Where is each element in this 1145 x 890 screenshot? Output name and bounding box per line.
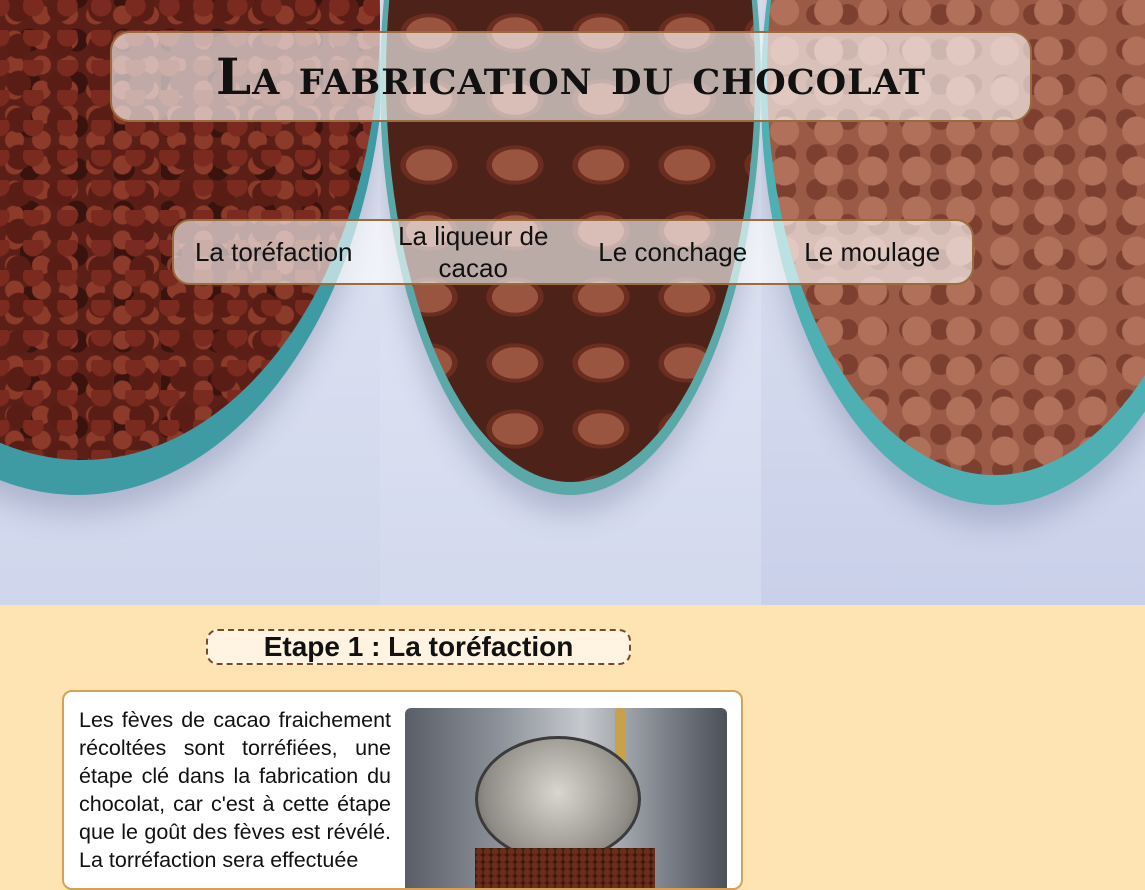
step-article: Les fèves de cacao fraichement récoltées… [62, 690, 743, 890]
hero-banner: La fabrication du chocolat La toréfactio… [0, 0, 1145, 605]
nav-item-moulage[interactable]: Le moulage [773, 236, 973, 268]
nav-item-liqueur-de-cacao[interactable]: La liqueur de cacao [374, 220, 574, 284]
step-title-box: Etape 1 : La toréfaction [206, 629, 631, 665]
main-nav: La toréfaction La liqueur de cacao Le co… [172, 219, 974, 285]
step-title: Etape 1 : La toréfaction [263, 631, 574, 662]
page-title: La fabrication du chocolat [215, 47, 927, 106]
nav-item-conchage[interactable]: Le conchage [573, 236, 773, 268]
roasted-beans-shape [475, 848, 655, 888]
nav-item-torefaction[interactable]: La toréfaction [174, 236, 374, 268]
title-box: La fabrication du chocolat [110, 31, 1032, 122]
article-text-block: Les fèves de cacao fraichement récoltées… [79, 706, 727, 888]
article-paragraph: Les fèves de cacao fraichement récoltées… [79, 708, 391, 872]
roaster-drum-shape [475, 736, 641, 862]
roasting-machine-photo [405, 708, 727, 888]
